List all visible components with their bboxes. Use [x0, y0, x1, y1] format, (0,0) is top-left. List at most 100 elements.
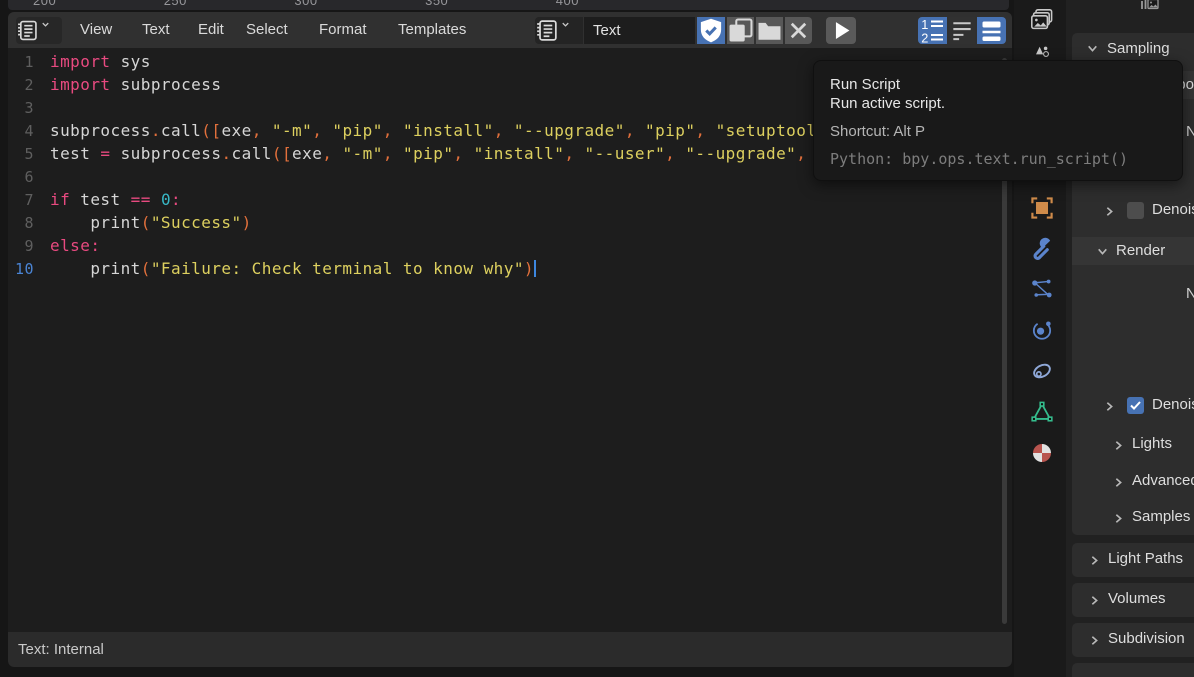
run-script-tooltip: Run Script Run active script. Shortcut: … — [813, 60, 1183, 181]
line-numbers-icon: 12 — [918, 17, 947, 44]
word-wrap-icon — [949, 17, 975, 44]
tooltip-title: Run Script — [830, 74, 900, 95]
shield-check-icon — [697, 17, 725, 44]
denoise-checkbox-viewport[interactable] — [1127, 202, 1144, 219]
text-name-field[interactable]: Text — [584, 17, 695, 44]
editor-footer: Text: Internal — [8, 632, 1012, 667]
tab-scene-properties[interactable] — [1030, 44, 1054, 60]
run-script-play-icon — [826, 17, 856, 44]
menu-edit[interactable]: Edit — [198, 21, 224, 38]
ruler-tick: 350 — [425, 0, 448, 8]
denoise-checkbox-render[interactable] — [1127, 397, 1144, 414]
ruler-tick: 400 — [556, 0, 579, 8]
fake-user-button[interactable] — [697, 17, 725, 44]
text-editor-icon — [16, 17, 38, 44]
code-line[interactable]: 8 print("Success") — [8, 211, 994, 234]
chevron-right-icon — [1112, 476, 1125, 489]
subpanel-header-samples[interactable]: Samples — [1132, 508, 1190, 525]
subpanel-header-lights[interactable]: Lights — [1132, 435, 1172, 452]
ruler-tick: 200 — [33, 0, 56, 8]
subpanel-header-denoise-render[interactable]: Denoise — [1152, 396, 1194, 413]
particles-icon — [1030, 277, 1054, 301]
text-source-label: Text: Internal — [18, 641, 104, 658]
menu-templates[interactable]: Templates — [398, 21, 466, 38]
physics-icon — [1030, 318, 1054, 342]
line-number: 7 — [8, 189, 34, 212]
ruler-tick: 250 — [164, 0, 187, 8]
material-icon — [1030, 441, 1054, 465]
open-text-button[interactable] — [756, 17, 783, 44]
tab-object-properties[interactable] — [1030, 196, 1054, 220]
chevron-right-icon — [1088, 594, 1101, 607]
code-line[interactable]: 10 print("Failure: Check terminal to kno… — [8, 257, 994, 280]
tooltip-shortcut: Shortcut: Alt P — [830, 123, 925, 140]
checkmark-icon — [1127, 397, 1144, 414]
line-number: 5 — [8, 143, 34, 166]
code-line[interactable]: 9else: — [8, 234, 994, 257]
line-number: 3 — [8, 97, 34, 120]
new-text-icon — [727, 17, 754, 44]
tab-modifier-properties[interactable] — [1030, 236, 1054, 260]
chevron-down-icon — [1096, 245, 1109, 258]
chevron-right-icon — [1088, 554, 1101, 567]
chevron-right-icon — [1103, 205, 1116, 218]
subpanel-header-advanced[interactable]: Advanced — [1132, 472, 1194, 489]
chevron-down-icon — [1086, 42, 1099, 55]
mesh-data-icon — [1030, 400, 1054, 424]
code-line[interactable]: 7if test == 0: — [8, 188, 994, 211]
tab-material-properties[interactable] — [1030, 441, 1054, 465]
tab-particle-properties[interactable] — [1030, 277, 1054, 301]
toggle-word-wrap[interactable] — [949, 17, 975, 44]
tab-constraint-properties[interactable] — [1030, 359, 1054, 383]
menu-format[interactable]: Format — [319, 21, 367, 38]
tab-view-layer-properties[interactable] — [1030, 8, 1054, 32]
constraints-icon — [1030, 359, 1054, 383]
run-script-button[interactable] — [826, 17, 856, 44]
chevron-right-icon — [1088, 634, 1101, 647]
unlink-icon — [785, 17, 812, 44]
text-editor-header: View Text Edit Select Format Templates T… — [8, 12, 1012, 48]
modifier-wrench-icon — [1030, 236, 1054, 260]
toggle-line-numbers[interactable]: 12 — [918, 17, 947, 44]
text-datablock-browse-button[interactable] — [535, 17, 583, 44]
label-noise-threshold: Noise Threshold — [1186, 285, 1194, 302]
line-number: 2 — [8, 74, 34, 97]
subpanel-header-denoise-viewport[interactable]: Denoise — [1152, 201, 1194, 218]
blender-window: 200250300350400 Sampling Viewport Noise … — [0, 0, 1194, 677]
line-number: 6 — [8, 166, 34, 189]
panel-header-light-paths[interactable]: Light Paths — [1108, 550, 1183, 567]
text-cursor — [534, 260, 536, 277]
line-number: 8 — [8, 212, 34, 235]
tab-object-data-properties[interactable] — [1030, 400, 1054, 424]
panel-next-partial[interactable] — [1072, 663, 1194, 677]
tooltip-description: Run active script. — [830, 95, 945, 112]
chevron-right-icon — [1103, 400, 1116, 413]
svg-text:2: 2 — [921, 31, 928, 45]
panel-header-subdivision[interactable]: Subdivision — [1108, 630, 1185, 647]
menu-select[interactable]: Select — [246, 21, 288, 38]
panel-header-volumes[interactable]: Volumes — [1108, 590, 1166, 607]
chevron-right-icon — [1112, 512, 1125, 525]
panel-header-sampling[interactable]: Sampling — [1107, 40, 1170, 57]
menu-view[interactable]: View — [80, 21, 112, 38]
syntax-highlight-icon — [977, 17, 1006, 44]
timeline-ruler[interactable]: 200 250 300 350 400 — [8, 0, 1009, 10]
chart-image-icon — [1140, 0, 1162, 12]
toggle-syntax-highlight[interactable] — [977, 17, 1006, 44]
tooltip-python: Python: bpy.ops.text.run_script() — [830, 150, 1128, 168]
properties-header-partial-icon — [1140, 0, 1162, 12]
scene-icon — [1030, 44, 1054, 60]
chevron-down-icon — [40, 17, 62, 44]
editor-type-button[interactable] — [16, 17, 62, 44]
unlink-button[interactable] — [785, 17, 812, 44]
view-layer-icon — [1030, 8, 1054, 32]
line-number: 10 — [8, 258, 34, 281]
label-noise-threshold: Noise Threshold — [1186, 123, 1194, 140]
new-text-button[interactable] — [727, 17, 754, 44]
chevron-down-icon — [560, 17, 583, 44]
tab-physics-properties[interactable] — [1030, 318, 1054, 342]
menu-text[interactable]: Text — [142, 21, 170, 38]
subpanel-header-render[interactable]: Render — [1116, 242, 1165, 259]
chevron-right-icon — [1112, 439, 1125, 452]
ruler-tick: 300 — [294, 0, 317, 8]
